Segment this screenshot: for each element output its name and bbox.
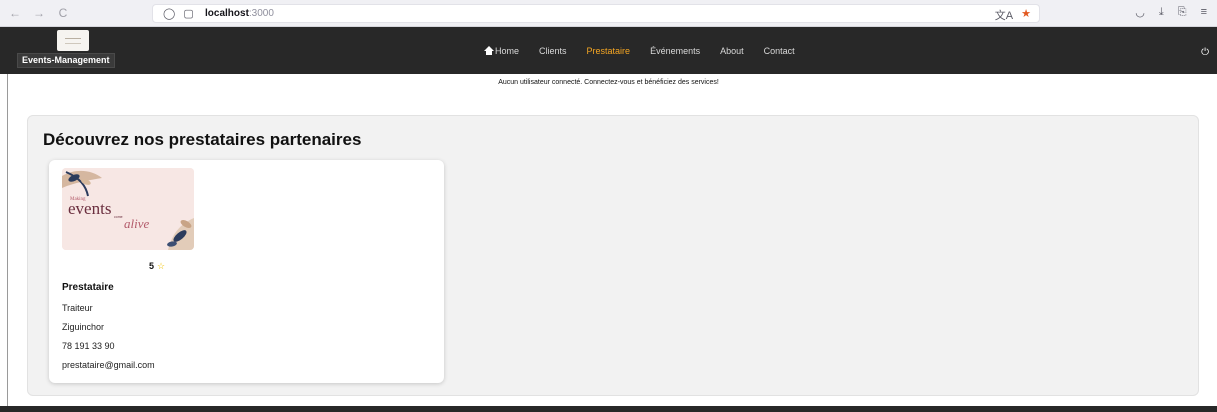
image-text-come: come: [114, 215, 123, 219]
nav-evenements[interactable]: Événements: [650, 46, 700, 56]
url-text[interactable]: localhost:3000: [205, 8, 274, 19]
provider-rating: 5 ☆: [149, 261, 165, 272]
url-bar[interactable]: ◯ ▢ localhost:3000 文A ★: [152, 4, 1040, 23]
nav-clients[interactable]: Clients: [539, 46, 567, 56]
provider-name: Prestataire: [62, 282, 114, 293]
main-menu: Home Clients Prestataire Événements Abou…: [484, 46, 815, 56]
logo-image[interactable]: [57, 30, 89, 51]
image-text-alive: alive: [124, 216, 149, 231]
url-port: :3000: [248, 8, 274, 19]
provider-category: Traiteur: [62, 303, 93, 313]
pocket-icon[interactable]: ◡: [1135, 6, 1145, 19]
provider-image: Making events come alive: [62, 168, 194, 250]
brand-label[interactable]: Events-Management: [17, 53, 115, 68]
image-text-events: events: [68, 199, 111, 218]
providers-section: Découvrez nos prestataires partenaires M…: [27, 115, 1199, 396]
browser-toolbar: ← → C ◯ ▢ localhost:3000 文A ★ ◡ ⤓ ⎘ ≡: [0, 0, 1217, 27]
browser-nav-buttons: ← → C: [8, 6, 70, 20]
provider-image-art: Making events come alive: [62, 168, 194, 250]
nav-about[interactable]: About: [720, 46, 744, 56]
page-icon[interactable]: ▢: [183, 7, 193, 20]
provider-card[interactable]: Making events come alive 5 ☆ Prestataire …: [49, 160, 444, 383]
nav-home-label: Home: [495, 46, 520, 56]
provider-email: prestataire@gmail.com: [62, 360, 155, 370]
provider-phone: 78 191 33 90: [62, 341, 115, 351]
extensions-icon[interactable]: ⎘: [1178, 6, 1187, 19]
page-edge: [7, 74, 8, 406]
url-host: localhost: [205, 8, 249, 19]
reload-icon[interactable]: C: [56, 6, 70, 20]
download-icon[interactable]: ⤓: [1159, 6, 1164, 19]
nav-home[interactable]: Home: [484, 46, 519, 56]
section-title: Découvrez nos prestataires partenaires: [43, 130, 362, 149]
home-icon: [484, 46, 494, 55]
rating-value: 5: [149, 261, 155, 271]
forward-icon[interactable]: →: [32, 6, 46, 20]
shield-icon[interactable]: ◯: [163, 7, 175, 20]
footer-bar: [0, 406, 1217, 412]
translate-icon[interactable]: 文A: [995, 7, 1013, 23]
menu-icon[interactable]: ≡: [1201, 6, 1207, 19]
power-icon[interactable]: ⏻: [1201, 47, 1209, 58]
nav-prestataire[interactable]: Prestataire: [587, 46, 631, 56]
star-icon: ☆: [157, 261, 166, 271]
app-navbar: Events-Management Home Clients Prestatai…: [0, 27, 1217, 74]
provider-city: Ziguinchor: [62, 322, 105, 332]
back-icon[interactable]: ←: [8, 6, 22, 20]
login-notice: Aucun utilisateur connecté. Connectez-vo…: [498, 79, 719, 86]
bookmark-star-icon[interactable]: ★: [1021, 7, 1031, 23]
nav-contact[interactable]: Contact: [764, 46, 795, 56]
